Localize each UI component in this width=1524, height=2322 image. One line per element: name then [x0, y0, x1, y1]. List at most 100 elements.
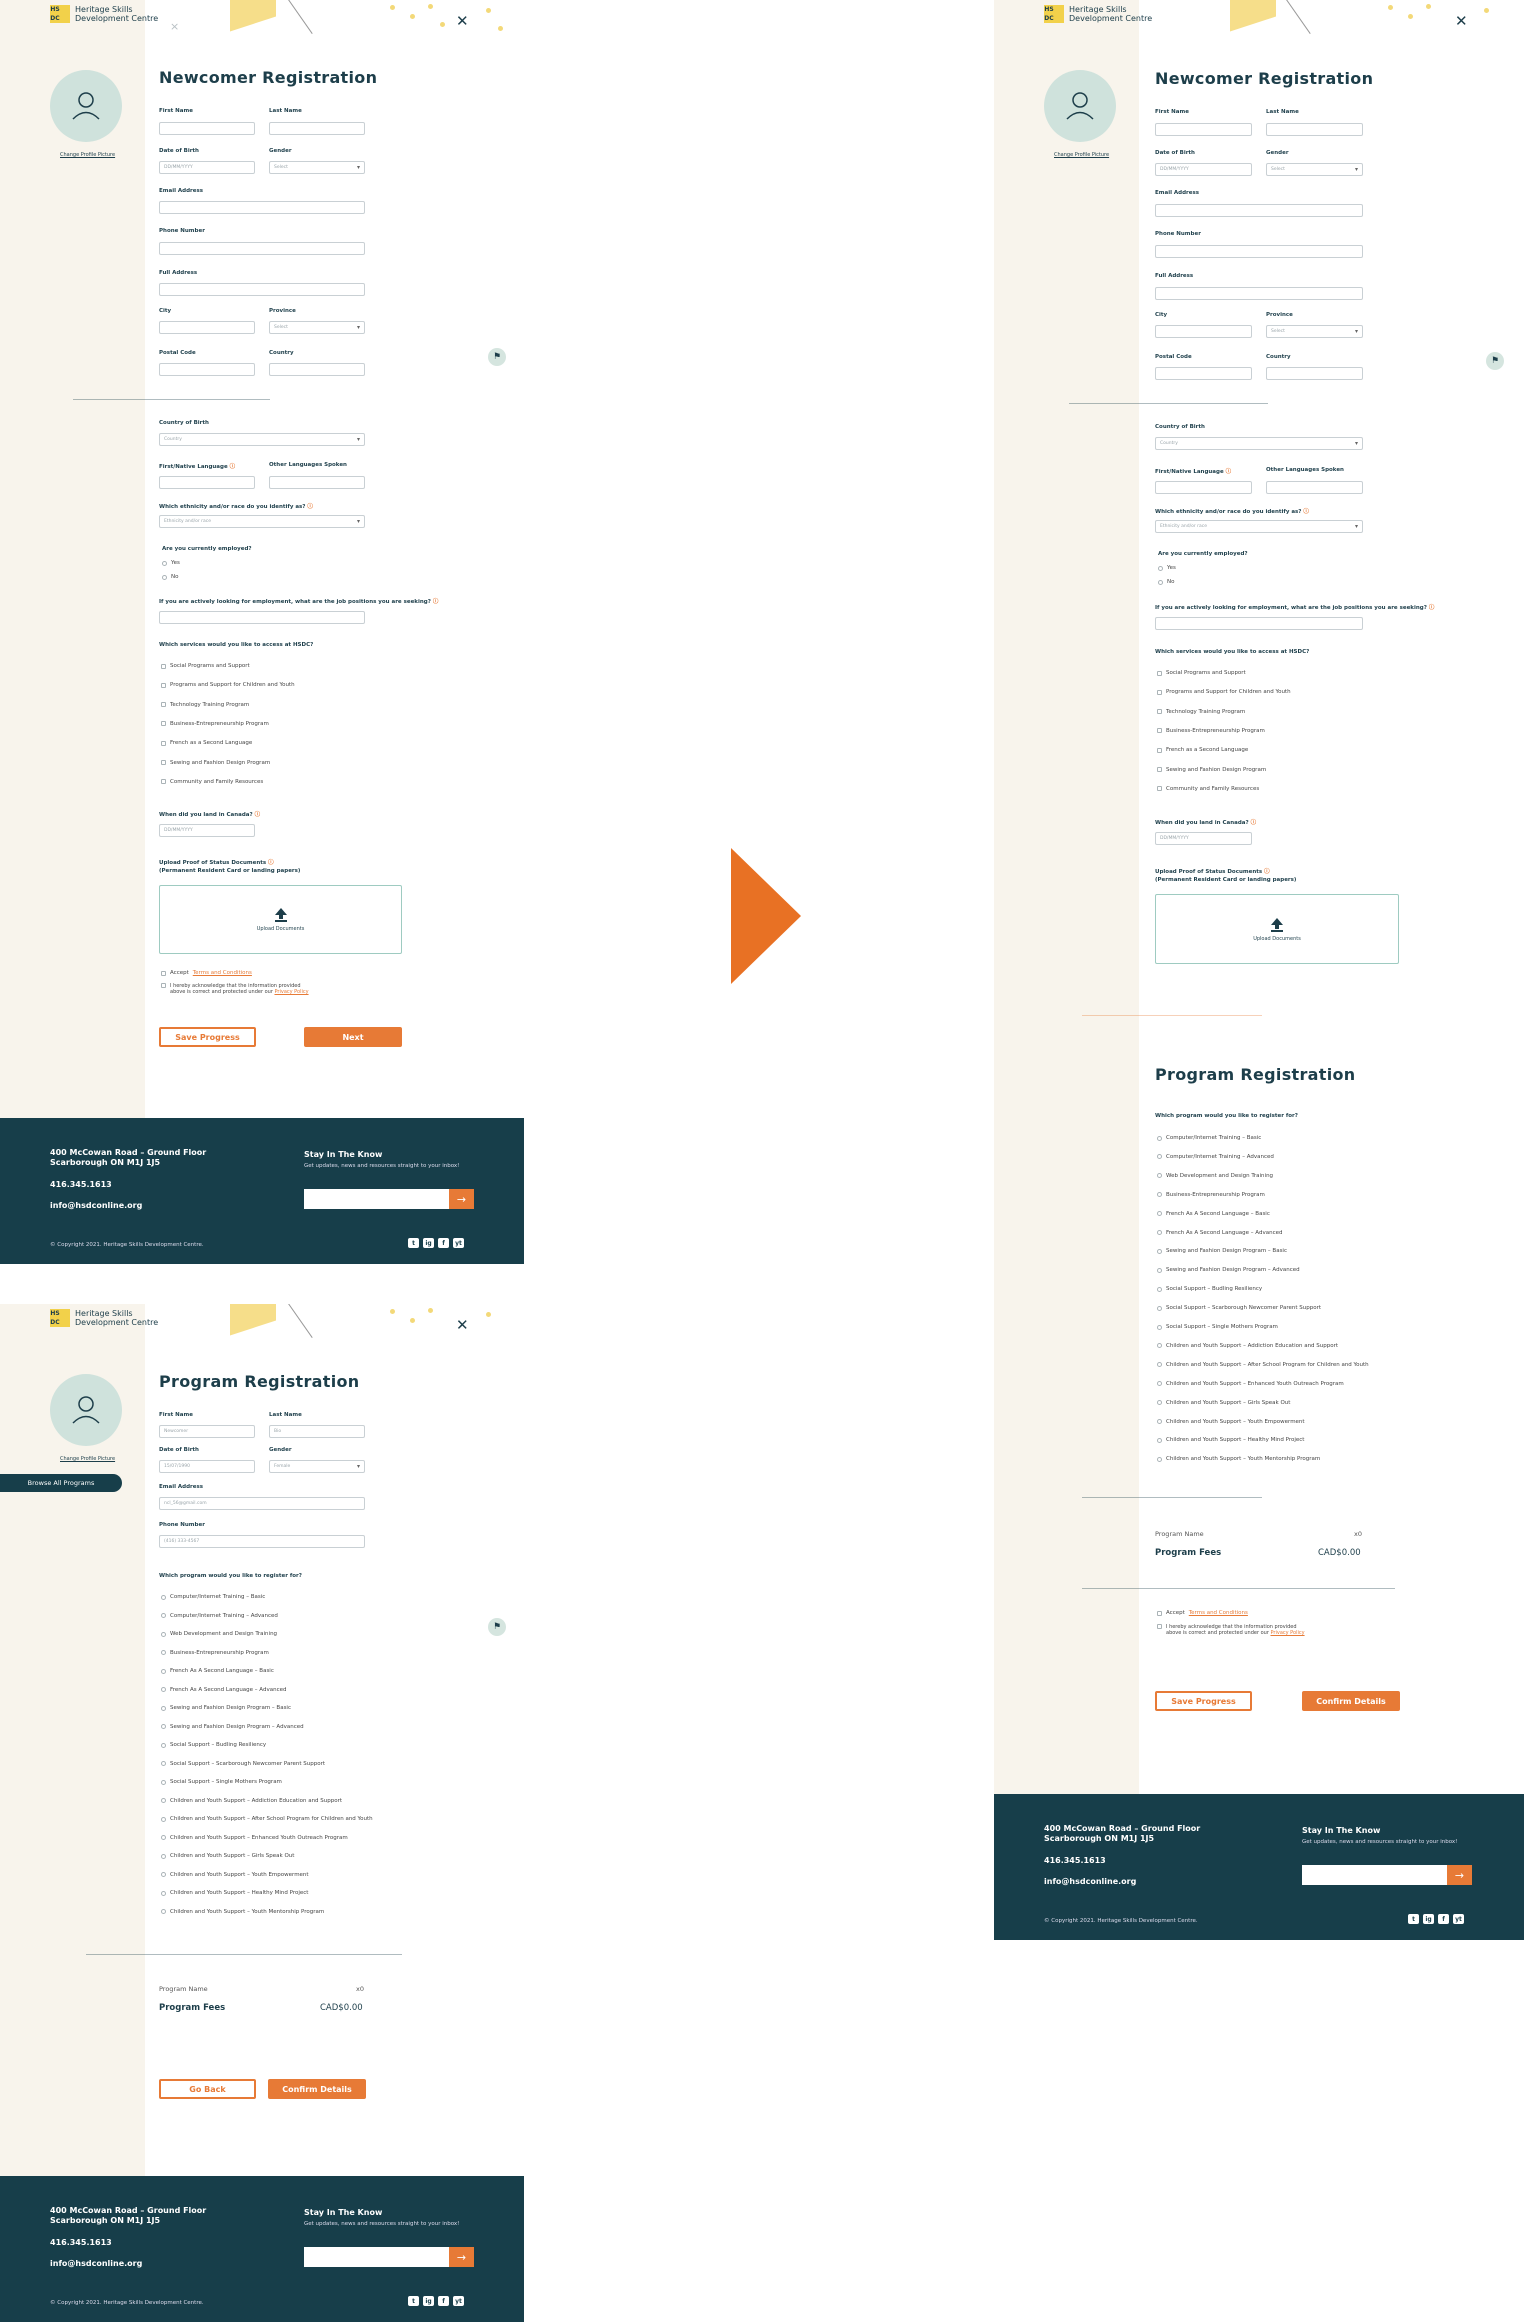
- checkbox[interactable]: [1157, 689, 1162, 695]
- country-input[interactable]: [269, 363, 365, 376]
- terms-link[interactable]: Terms and Conditions: [1189, 1610, 1248, 1616]
- program-option[interactable]: Social Support – Budling Resiliency: [1157, 1286, 1262, 1292]
- program-option[interactable]: Sewing and Fashion Design Program – Basi…: [161, 1705, 291, 1711]
- last-name-input[interactable]: [269, 122, 365, 135]
- service-option[interactable]: Sewing and Fashion Design Program: [161, 760, 270, 766]
- program-option[interactable]: Social Support – Single Mothers Program: [161, 1779, 282, 1785]
- privacy-link[interactable]: Privacy Policy: [274, 989, 308, 995]
- radio[interactable]: [161, 1909, 166, 1914]
- radio[interactable]: [161, 1668, 166, 1674]
- footer-phone[interactable]: 416.345.1613: [50, 1180, 112, 1189]
- service-option[interactable]: Technology Training Program: [161, 702, 249, 708]
- radio[interactable]: [161, 1798, 166, 1803]
- other-lang-input[interactable]: [269, 476, 365, 489]
- program-option[interactable]: Children and Youth Support – Youth Mento…: [161, 1909, 324, 1915]
- facebook-icon[interactable]: f: [1438, 1914, 1449, 1924]
- radio[interactable]: [161, 1761, 166, 1766]
- checkbox[interactable]: [161, 760, 166, 765]
- avatar[interactable]: [50, 1374, 122, 1446]
- email-input[interactable]: ncl_56@gmail.com: [159, 1497, 365, 1510]
- program-option[interactable]: Social Support – Budling Resiliency: [161, 1742, 266, 1748]
- radio[interactable]: [1157, 1211, 1162, 1217]
- checkbox[interactable]: [161, 663, 166, 669]
- chat-button[interactable]: ⚑: [488, 1618, 506, 1636]
- close-icon[interactable]: ✕: [456, 12, 469, 30]
- browse-programs-button[interactable]: Browse All Programs: [0, 1474, 122, 1492]
- radio[interactable]: [161, 1613, 166, 1618]
- program-option[interactable]: Children and Youth Support – After Schoo…: [1157, 1362, 1369, 1368]
- program-option[interactable]: French As A Second Language – Basic: [161, 1668, 274, 1674]
- country-birth-select[interactable]: Country: [159, 433, 365, 446]
- radio[interactable]: [1157, 1192, 1162, 1198]
- program-option[interactable]: Children and Youth Support – Addiction E…: [1157, 1343, 1338, 1349]
- avatar[interactable]: [1044, 70, 1116, 142]
- radio[interactable]: [1157, 1437, 1162, 1443]
- radio[interactable]: [1157, 1362, 1162, 1368]
- program-option[interactable]: French As A Second Language – Advanced: [1157, 1230, 1282, 1236]
- program-option[interactable]: Children and Youth Support – After Schoo…: [161, 1816, 373, 1822]
- land-date-input[interactable]: DD/MM/YYYY: [159, 824, 255, 837]
- service-option[interactable]: Social Programs and Support: [161, 663, 250, 669]
- newsletter-input[interactable]: [304, 1189, 449, 1209]
- twitter-icon[interactable]: t: [408, 2296, 419, 2306]
- service-option[interactable]: Business-Entrepreneurship Program: [161, 721, 269, 727]
- footer-phone[interactable]: 416.345.1613: [1044, 1856, 1106, 1865]
- terms-checkbox[interactable]: Accept Terms and Conditions: [161, 970, 252, 976]
- dob-input[interactable]: 15/07/1990: [159, 1460, 255, 1473]
- service-option[interactable]: Technology Training Program: [1157, 709, 1245, 715]
- native-lang-input[interactable]: [159, 476, 255, 489]
- checkbox[interactable]: [1157, 747, 1162, 753]
- city-input[interactable]: [1155, 325, 1252, 338]
- ack-checkbox[interactable]: I hereby acknowledge that the informatio…: [1157, 1624, 1305, 1636]
- radio[interactable]: [161, 1835, 166, 1840]
- radio[interactable]: [161, 1816, 166, 1822]
- employed-no[interactable]: No: [1158, 579, 1174, 585]
- phone-input[interactable]: [1155, 245, 1363, 258]
- radio[interactable]: [161, 1594, 166, 1600]
- radio[interactable]: [161, 1687, 166, 1692]
- upload-dropzone[interactable]: Upload Documents: [1155, 894, 1399, 964]
- program-option[interactable]: Children and Youth Support – Youth Mento…: [1157, 1456, 1320, 1462]
- chat-button[interactable]: ⚑: [1486, 352, 1504, 370]
- save-progress-button[interactable]: Save Progress: [1155, 1691, 1252, 1711]
- program-option[interactable]: Children and Youth Support – Enhanced Yo…: [161, 1835, 348, 1841]
- program-option[interactable]: Computer/Internet Training – Basic: [1157, 1135, 1261, 1141]
- employed-yes[interactable]: Yes: [1158, 565, 1176, 571]
- program-option[interactable]: French As A Second Language – Basic: [1157, 1211, 1270, 1217]
- radio[interactable]: [1157, 1267, 1162, 1273]
- save-progress-button[interactable]: Save Progress: [159, 1027, 256, 1047]
- logo[interactable]: HS DC Heritage Skills Development Centre: [50, 5, 158, 23]
- radio[interactable]: [1157, 1305, 1162, 1311]
- chat-button[interactable]: ⚑: [488, 348, 506, 366]
- city-input[interactable]: [159, 321, 255, 334]
- avatar[interactable]: [50, 70, 122, 142]
- go-back-button[interactable]: Go Back: [159, 2079, 256, 2099]
- program-option[interactable]: Children and Youth Support – Healthy Min…: [1157, 1437, 1304, 1443]
- radio[interactable]: [161, 1705, 166, 1711]
- program-option[interactable]: Children and Youth Support – Healthy Min…: [161, 1890, 308, 1896]
- facebook-icon[interactable]: f: [438, 1238, 449, 1248]
- twitter-icon[interactable]: t: [408, 1238, 419, 1248]
- checkbox[interactable]: [1157, 670, 1162, 676]
- program-option[interactable]: Social Support – Single Mothers Program: [1157, 1324, 1278, 1330]
- address-input[interactable]: [159, 283, 365, 296]
- change-photo-link[interactable]: Change Profile Picture: [1054, 152, 1109, 158]
- last-name-input[interactable]: Bio: [269, 1425, 365, 1438]
- instagram-icon[interactable]: ig: [423, 1238, 434, 1248]
- ack-checkbox[interactable]: I hereby acknowledge that the informatio…: [161, 983, 309, 995]
- service-option[interactable]: Community and Family Resources: [1157, 786, 1259, 792]
- terms-link[interactable]: Terms and Conditions: [193, 970, 252, 976]
- footer-email[interactable]: info@hsdconline.org: [50, 2259, 142, 2268]
- checkbox[interactable]: [161, 779, 166, 785]
- privacy-link[interactable]: Privacy Policy: [1270, 1630, 1304, 1636]
- program-option[interactable]: Sewing and Fashion Design Program – Adva…: [161, 1724, 304, 1730]
- dob-input[interactable]: DD/MM/YYYY: [1155, 163, 1252, 176]
- newsletter-submit-button[interactable]: →: [1447, 1865, 1472, 1885]
- gender-select[interactable]: Select: [1266, 163, 1363, 176]
- email-input[interactable]: [1155, 204, 1363, 217]
- terms-checkbox[interactable]: Accept Terms and Conditions: [1157, 1610, 1248, 1616]
- ethnicity-select[interactable]: Ethnicity and/or race: [1155, 520, 1363, 533]
- service-option[interactable]: Business-Entrepreneurship Program: [1157, 728, 1265, 734]
- logo[interactable]: HS DC Heritage Skills Development Centre: [1044, 5, 1152, 23]
- radio[interactable]: [1157, 1286, 1162, 1292]
